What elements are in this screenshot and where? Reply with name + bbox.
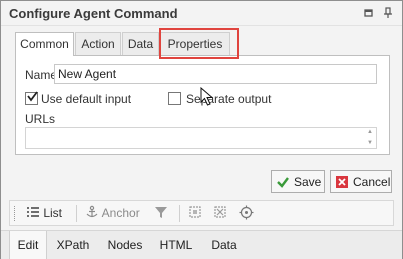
toolbar-separator	[76, 205, 77, 222]
tab-bottom-data-label: Data	[211, 238, 237, 252]
toolbar-grip[interactable]	[14, 206, 17, 221]
tab-html[interactable]: HTML	[156, 231, 196, 259]
scroll-down-icon[interactable]: ▼	[367, 140, 374, 147]
checkmark-icon	[277, 177, 289, 188]
select-element-icon	[189, 206, 201, 218]
urls-label: URLs	[25, 112, 56, 126]
urls-textarea[interactable]: ▲ ▼	[25, 127, 377, 149]
tab-action-label: Action	[81, 37, 115, 51]
close-icon	[336, 176, 348, 188]
cancel-button[interactable]: Cancel	[330, 170, 392, 193]
window-title: Configure Agent Command	[9, 6, 178, 21]
title-bar: Configure Agent Command	[1, 1, 402, 26]
toolbar-separator	[179, 205, 180, 222]
tab-action[interactable]: Action	[75, 32, 121, 55]
bottom-tabs: Edit XPath Nodes HTML Data	[1, 230, 402, 259]
list-button-label: List	[43, 206, 63, 220]
separate-output-checkbox[interactable]	[168, 92, 181, 105]
filter-button[interactable]	[154, 205, 168, 223]
tab-xpath[interactable]: XPath	[51, 231, 95, 259]
scroll-up-icon[interactable]: ▲	[367, 129, 374, 136]
properties-tab-highlight	[159, 28, 239, 59]
target-icon	[239, 205, 254, 220]
anchor-button[interactable]: Anchor	[85, 205, 140, 223]
tab-edit[interactable]: Edit	[9, 231, 47, 259]
name-label: Name	[25, 68, 58, 82]
save-button-label: Save	[294, 175, 322, 189]
separate-output-label: Separate output	[186, 92, 272, 106]
use-default-input-label: Use default input	[41, 92, 132, 106]
restore-window-icon[interactable]	[363, 7, 375, 19]
tab-nodes[interactable]: Nodes	[103, 231, 147, 259]
tab-bottom-data[interactable]: Data	[205, 231, 243, 259]
anchor-button-label: Anchor	[101, 206, 140, 220]
configure-agent-command-panel: Configure Agent Command Common Action Da…	[0, 0, 403, 259]
tab-common-label: Common	[20, 37, 69, 51]
anchor-icon	[86, 205, 98, 218]
cancel-button-label: Cancel	[353, 175, 391, 189]
toolbar: List Anchor	[9, 200, 394, 226]
list-icon	[27, 207, 39, 217]
pin-icon[interactable]	[382, 7, 394, 19]
name-input[interactable]	[54, 64, 377, 84]
tab-nodes-label: Nodes	[107, 238, 143, 252]
target-button[interactable]	[239, 205, 254, 223]
tab-xpath-label: XPath	[56, 238, 90, 252]
deselect-element-icon	[214, 206, 226, 218]
tab-data[interactable]: Data	[122, 32, 159, 55]
checkmark-icon	[27, 91, 38, 102]
use-default-input-checkbox[interactable]	[25, 91, 38, 105]
save-button[interactable]: Save	[271, 170, 325, 193]
tab-common[interactable]: Common	[15, 32, 74, 56]
tab-edit-label: Edit	[17, 238, 39, 252]
filter-icon	[155, 207, 167, 218]
select-element-button[interactable]	[188, 205, 202, 223]
mouse-cursor-icon	[200, 87, 214, 106]
tab-data-label: Data	[127, 37, 154, 51]
tab-html-label: HTML	[159, 238, 193, 252]
list-button[interactable]: List	[26, 205, 62, 223]
deselect-element-button[interactable]	[213, 205, 227, 223]
